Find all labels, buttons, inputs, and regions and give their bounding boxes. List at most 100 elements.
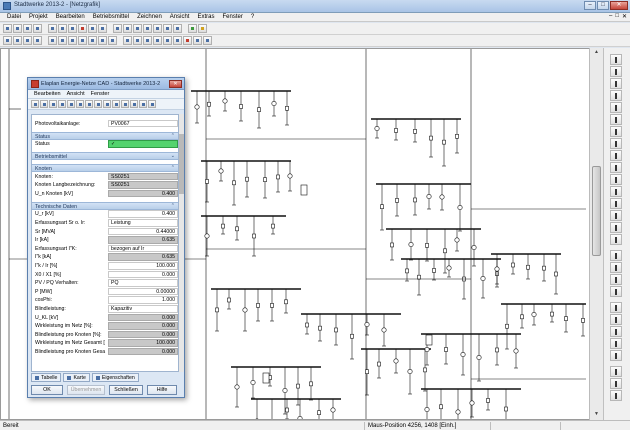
menu-bearbeiten[interactable]: Bearbeiten (52, 14, 89, 20)
section-status[interactable]: Status ⌃ (32, 131, 178, 140)
station-box[interactable] (300, 184, 308, 196)
tool-station-icon[interactable] (610, 286, 622, 297)
dialog-search-icon[interactable] (58, 100, 66, 108)
switch-symbol[interactable] (252, 233, 256, 239)
tool-breaker-icon[interactable] (610, 138, 622, 149)
transformer-symbol[interactable] (469, 400, 475, 406)
properties-icon[interactable] (203, 36, 212, 45)
section-betriebsmittel[interactable]: Betriebsmittel ⌄ (32, 152, 178, 161)
switch-symbol[interactable] (550, 311, 554, 317)
main-titlebar[interactable]: Stadtwerke 2013-2 - [Netzgrafik] – □ ✕ (0, 0, 630, 13)
tech-value[interactable]: 1.000 (108, 296, 178, 304)
layer-icon[interactable] (108, 36, 117, 45)
switch-symbol[interactable] (390, 242, 394, 248)
switch-symbol[interactable] (439, 404, 443, 410)
switch-symbol[interactable] (394, 128, 398, 133)
switch-symbol[interactable] (423, 367, 427, 373)
group-icon[interactable] (88, 36, 97, 45)
switch-symbol[interactable] (318, 325, 322, 331)
switch-symbol[interactable] (227, 297, 231, 303)
mdi-restore-button[interactable]: □ (615, 13, 619, 20)
switch-symbol[interactable] (413, 129, 417, 134)
dialog-copy-icon[interactable] (85, 100, 93, 108)
chevron-up-icon[interactable]: ⌃ (171, 165, 175, 171)
switch-symbol[interactable] (284, 299, 288, 305)
switch-symbol[interactable] (486, 398, 490, 403)
tool-pointer-icon[interactable] (610, 54, 622, 65)
transformer-symbol[interactable] (455, 409, 461, 415)
select-icon[interactable] (3, 36, 12, 45)
transformer-symbol[interactable] (407, 368, 413, 374)
dialog-undo-icon[interactable] (103, 100, 111, 108)
transformer-symbol[interactable] (476, 354, 482, 360)
align-left-icon[interactable] (48, 36, 57, 45)
transformer-symbol[interactable] (381, 327, 387, 333)
tool-busbar-icon[interactable] (610, 78, 622, 89)
switch-symbol[interactable] (526, 264, 530, 270)
dialog-menu-ansicht[interactable]: Ansicht (64, 91, 88, 97)
dialog-save-icon[interactable] (40, 100, 48, 108)
scroll-down-icon[interactable]: ▼ (592, 411, 601, 419)
transformer-symbol[interactable] (374, 126, 380, 132)
open-folder-icon[interactable] (13, 24, 22, 33)
ungroup-icon[interactable] (98, 36, 107, 45)
cut-icon[interactable] (48, 24, 57, 33)
tech-value[interactable]: 100.000 (108, 262, 178, 270)
chevron-down-icon[interactable]: ⌄ (171, 153, 175, 159)
tool-capacitor-icon[interactable] (610, 210, 622, 221)
menu-help[interactable]: ? (247, 14, 258, 20)
menu-datei[interactable]: Datei (3, 14, 25, 20)
tool-line-icon[interactable] (610, 90, 622, 101)
tool-relay-icon[interactable] (610, 262, 622, 273)
transformer-symbol[interactable] (424, 406, 430, 412)
switch-symbol[interactable] (309, 381, 313, 387)
switch-symbol[interactable] (317, 410, 321, 416)
tool-generator-icon[interactable] (610, 174, 622, 185)
dialog-menu-bearbeiten[interactable]: Bearbeiten (31, 91, 64, 97)
menu-fenster[interactable]: Fenster (218, 14, 246, 20)
zoom-in-icon[interactable] (113, 24, 122, 33)
switch-symbol[interactable] (520, 314, 524, 320)
dialog-scrollbar[interactable] (179, 114, 184, 372)
menu-betriebsmittel[interactable]: Betriebsmittel (89, 14, 133, 20)
minimize-button[interactable]: – (584, 1, 596, 10)
cable-icon[interactable] (173, 36, 182, 45)
transformer-symbol[interactable] (480, 276, 486, 282)
section-technische-daten[interactable]: Technische Daten ⌃ (32, 201, 178, 210)
mirror-icon[interactable] (68, 36, 77, 45)
tool-symbol-icon[interactable] (610, 338, 622, 349)
busbar-icon[interactable] (23, 36, 32, 45)
switch-symbol[interactable] (413, 197, 417, 203)
switch-symbol[interactable] (542, 265, 546, 271)
transformer-symbol[interactable] (426, 194, 432, 200)
tech-value[interactable]: Leistung (108, 219, 178, 227)
paste-icon[interactable] (68, 24, 77, 33)
tech-value[interactable]: Kapazitiv (108, 305, 178, 313)
switch-symbol[interactable] (405, 268, 409, 274)
transformer-symbol[interactable] (222, 98, 228, 104)
switch-symbol[interactable] (285, 105, 289, 111)
switch-symbol[interactable] (581, 318, 585, 323)
switch-symbol[interactable] (270, 303, 274, 308)
scroll-thumb[interactable] (592, 166, 601, 256)
undo-icon[interactable] (88, 24, 97, 33)
switch-symbol[interactable] (305, 322, 309, 328)
tool-load-icon[interactable] (610, 162, 622, 173)
transformer-symbol[interactable] (531, 311, 537, 317)
scroll-up-icon[interactable]: ▲ (592, 49, 601, 57)
calculate-icon[interactable] (188, 24, 197, 33)
transformer-symbol[interactable] (194, 104, 200, 110)
tool-meter-icon[interactable] (610, 250, 622, 261)
switch-symbol[interactable] (271, 223, 275, 229)
tech-value[interactable]: PQ (108, 279, 178, 287)
transformer-symbol[interactable] (454, 237, 460, 243)
switch-symbol[interactable] (215, 307, 219, 313)
dialog-titlebar[interactable]: Elaplan Energie-Netze CAD - Stadtwerke 2… (28, 78, 184, 90)
node-icon[interactable] (153, 36, 162, 45)
transformer-symbol[interactable] (242, 307, 248, 313)
copy-icon[interactable] (58, 24, 67, 33)
tool-grid-icon[interactable] (610, 366, 622, 377)
menu-ansicht[interactable]: Ansicht (166, 14, 194, 20)
switch-symbol[interactable] (429, 135, 433, 141)
transformer-symbol[interactable] (513, 348, 519, 354)
